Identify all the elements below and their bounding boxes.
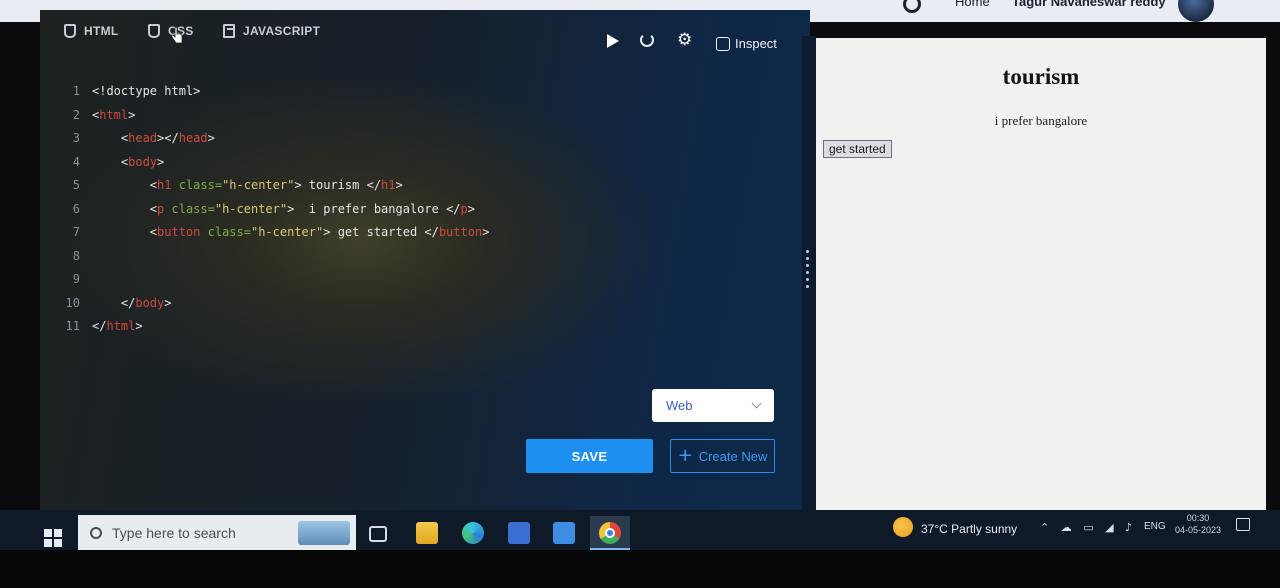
inspect-label: Inspect — [735, 36, 777, 51]
preview-heading: tourism — [1002, 64, 1080, 89]
line-number: 5 — [72, 178, 80, 192]
line-number: 9 — [72, 272, 80, 286]
line-number: 6 — [72, 201, 80, 216]
code-line-text: </html> — [92, 319, 143, 333]
run-icon[interactable] — [607, 34, 619, 48]
hand-cursor-icon — [171, 27, 183, 44]
code-line-text: <!doctype html> — [92, 84, 201, 98]
editor-tabs: HTML CSS JAVASCRIPT — [40, 10, 810, 54]
preview-paragraph: i prefer bangalore — [994, 113, 1088, 128]
tab-html[interactable]: HTML — [64, 22, 119, 40]
code-line[interactable]: 5 <h1 class="h-center"> tourism </h1> — [40, 178, 403, 198]
code-line-text: <body> — [120, 154, 165, 169]
search-placeholder: Type here to search — [112, 525, 236, 541]
laptop-bezel — [0, 550, 1280, 588]
language-select[interactable]: Web — [652, 389, 774, 422]
search-icon — [90, 527, 102, 539]
code-line[interactable]: 9 — [40, 272, 92, 292]
windows-start-icon[interactable] — [44, 529, 62, 547]
code-line[interactable]: 6 <p class="h-center"> i prefer bangalor… — [40, 202, 475, 222]
code-line-text: <p class="h-center"> i prefer bangalore … — [149, 201, 475, 216]
css3-icon — [148, 24, 160, 38]
code-line[interactable]: 2 <html> — [40, 107, 136, 128]
code-line-text: <button class="h-center"> get started </… — [149, 225, 490, 239]
code-line-text: </body> — [120, 295, 172, 310]
code-line[interactable]: 1 <!doctype html> — [40, 84, 201, 104]
language-select-value: Web — [666, 398, 693, 413]
preview-get-started-button[interactable]: get started — [823, 140, 892, 158]
line-number: 2 — [72, 107, 80, 122]
code-line-text: <head></head> — [120, 131, 215, 145]
task-view-icon[interactable] — [369, 526, 387, 542]
code-line[interactable]: 11 </html> — [40, 319, 143, 339]
line-number: 10 — [65, 295, 80, 310]
line-number: 3 — [72, 131, 80, 145]
create-new-label: Create New — [698, 448, 768, 464]
settings-gear-icon[interactable]: ⚙ — [677, 31, 692, 49]
drag-handle-icon[interactable] — [806, 250, 809, 288]
code-line[interactable]: 8 — [40, 249, 92, 269]
code-editor-panel: HTML CSS JAVASCRIPT ⚙ Inspect 1 <!doctype… — [40, 10, 810, 510]
code-line-text: <h1 class="h-center"> tourism </h1> — [149, 178, 403, 192]
code-line[interactable]: 7 <button class="h-center"> get started … — [40, 225, 490, 245]
inspect-checkbox[interactable] — [716, 36, 730, 51]
edge-browser-icon[interactable] — [462, 522, 484, 544]
chevron-down-icon — [751, 398, 762, 409]
code-line[interactable]: 10 </body> — [40, 296, 172, 316]
chrome-icon — [599, 522, 621, 544]
create-new-button[interactable]: + Create New — [670, 439, 775, 473]
avatar[interactable] — [1178, 0, 1214, 22]
output-preview: tourism i prefer bangalore get started — [816, 38, 1266, 510]
tab-javascript[interactable]: JAVASCRIPT — [223, 22, 320, 40]
clock[interactable]: 00:30 04-05-2023 — [1172, 512, 1224, 536]
line-number: 4 — [72, 154, 80, 169]
file-explorer-icon[interactable] — [416, 522, 438, 544]
taskbar-search-input[interactable]: Type here to search — [78, 515, 356, 551]
globe-icon[interactable] — [903, 0, 921, 13]
notification-icon[interactable] — [1236, 518, 1250, 531]
save-button[interactable]: SAVE — [526, 439, 653, 473]
code-line[interactable]: 4 <body> — [40, 154, 165, 175]
tab-label: JAVASCRIPT — [243, 24, 321, 38]
code-line[interactable]: 3 <head></head> — [40, 131, 215, 151]
line-number: 11 — [65, 319, 80, 333]
mail-icon[interactable] — [553, 522, 575, 544]
weather-icon[interactable] — [893, 517, 913, 537]
weather-status[interactable]: 37°C Partly sunny — [921, 522, 1017, 536]
html5-icon — [64, 24, 76, 38]
panel-splitter[interactable] — [802, 36, 816, 510]
reset-icon[interactable] — [640, 33, 654, 47]
line-number: 8 — [72, 248, 80, 263]
line-number: 7 — [72, 225, 80, 239]
js-file-icon — [223, 24, 235, 38]
user-name[interactable]: Tagur Navaneswar reddy — [1012, 0, 1166, 9]
chrome-taskbar-item[interactable] — [590, 516, 630, 550]
plus-icon: + — [677, 445, 693, 466]
search-highlight-image — [298, 521, 350, 545]
store-icon[interactable] — [508, 522, 530, 544]
line-number: 1 — [72, 84, 80, 98]
windows-taskbar: Type here to search 37°C Partly sunny ⌃ … — [0, 510, 1280, 551]
tab-label: HTML — [84, 24, 119, 38]
clock-date: 04-05-2023 — [1174, 525, 1222, 535]
language-indicator[interactable]: ENG — [1144, 521, 1166, 532]
clock-time: 00:30 — [1186, 513, 1210, 523]
home-link[interactable]: Home — [955, 0, 990, 9]
inspect-toggle[interactable]: Inspect — [716, 36, 777, 51]
system-tray-icons[interactable]: ⌃ ☁ ▭ ◢ ♪ — [1040, 521, 1136, 534]
code-line-text: <html> — [92, 107, 136, 122]
